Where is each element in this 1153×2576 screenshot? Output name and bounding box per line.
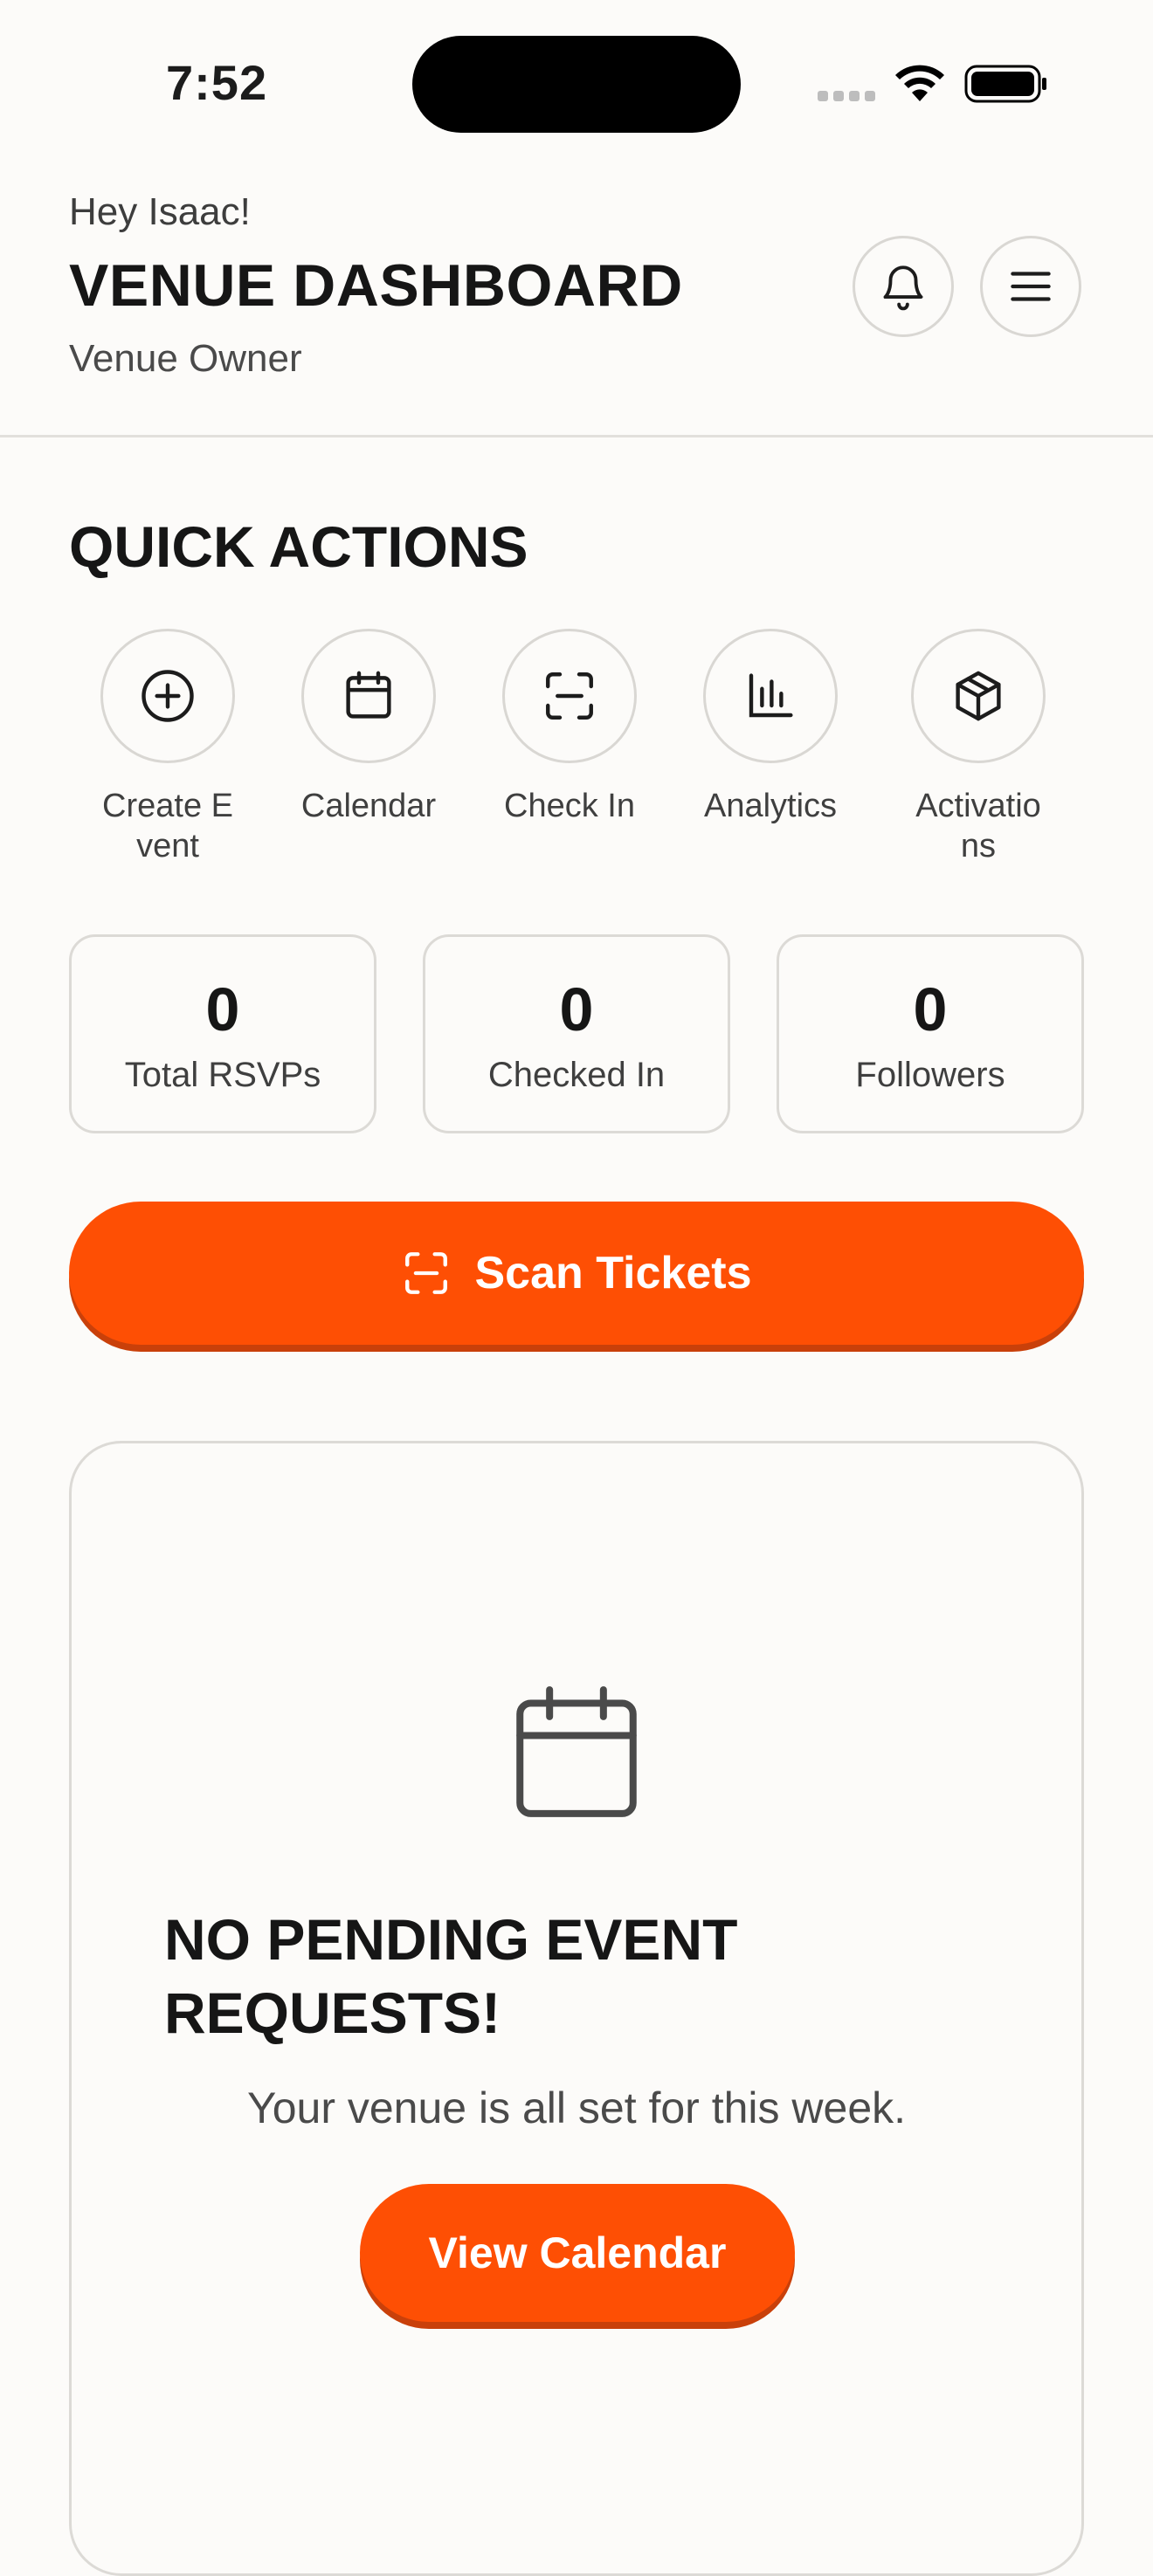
notifications-button[interactable] xyxy=(853,236,954,337)
page-title: VENUE DASHBOARD xyxy=(69,252,683,319)
greeting-text: Hey Isaac! xyxy=(69,190,251,233)
check-in-button[interactable] xyxy=(502,629,637,763)
wifi-icon xyxy=(895,65,944,101)
calendar-icon xyxy=(346,671,391,719)
box-icon xyxy=(956,671,1001,721)
quick-action-label: Activations xyxy=(915,788,1041,864)
plus-circle-icon xyxy=(142,670,194,722)
quick-action-create-event[interactable]: Create Event xyxy=(80,629,255,866)
stat-label: Total RSVPs xyxy=(124,1056,321,1094)
stat-value: 0 xyxy=(205,975,240,1043)
dashboard-header: Hey Isaac! VENUE DASHBOARD Venue Owner xyxy=(0,166,1153,437)
quick-action-calendar[interactable]: Calendar xyxy=(281,629,456,826)
quick-actions-title: QUICK ACTIONS xyxy=(69,514,528,579)
stat-label: Checked In xyxy=(487,1056,666,1094)
scan-tickets-button[interactable]: Scan Tickets xyxy=(69,1202,1084,1345)
dynamic-island xyxy=(412,36,741,133)
scan-icon xyxy=(405,1252,448,1294)
scan-tickets-label: Scan Tickets xyxy=(474,1248,752,1298)
empty-state-title: NO PENDING EVENT REQUESTS! xyxy=(164,1907,738,2045)
create-event-button[interactable] xyxy=(100,629,235,763)
quick-action-activations[interactable]: Activations xyxy=(891,629,1066,866)
bell-icon xyxy=(883,265,923,311)
bar-chart-icon xyxy=(749,673,793,718)
user-role: Venue Owner xyxy=(69,337,302,380)
status-time: 7:52 xyxy=(166,55,268,110)
stat-card-checked-in: 0 Checked In xyxy=(423,934,730,1133)
scan-icon xyxy=(546,672,593,720)
stat-value: 0 xyxy=(559,975,594,1043)
analytics-button[interactable] xyxy=(703,629,838,763)
stat-card-followers: 0 Followers xyxy=(777,934,1084,1133)
status-bar: 7:52 xyxy=(0,0,1153,166)
menu-button[interactable] xyxy=(980,236,1081,337)
cellular-signal-icon xyxy=(818,91,875,103)
calendar-icon xyxy=(516,1686,637,1817)
quick-action-label: Create Event xyxy=(102,788,233,864)
empty-state-subtitle: Your venue is all set for this week. xyxy=(246,2084,907,2132)
quick-action-label: Calendar xyxy=(300,788,437,824)
battery-icon xyxy=(964,65,1046,103)
stat-card-total-rsvps: 0 Total RSVPs xyxy=(69,934,376,1133)
activations-button[interactable] xyxy=(911,629,1046,763)
quick-action-check-in[interactable]: Check In xyxy=(482,629,657,826)
calendar-button[interactable] xyxy=(301,629,436,763)
quick-action-label: Check In xyxy=(504,788,635,824)
view-calendar-label: View Calendar xyxy=(428,2228,727,2277)
stat-label: Followers xyxy=(855,1056,1005,1094)
event-requests-card: NO PENDING EVENT REQUESTS! Your venue is… xyxy=(69,1441,1084,2576)
menu-icon xyxy=(1011,272,1051,301)
quick-action-label: Analytics xyxy=(703,788,838,824)
quick-action-analytics[interactable]: Analytics xyxy=(683,629,858,826)
view-calendar-button[interactable]: View Calendar xyxy=(360,2184,795,2322)
stat-value: 0 xyxy=(913,975,948,1043)
